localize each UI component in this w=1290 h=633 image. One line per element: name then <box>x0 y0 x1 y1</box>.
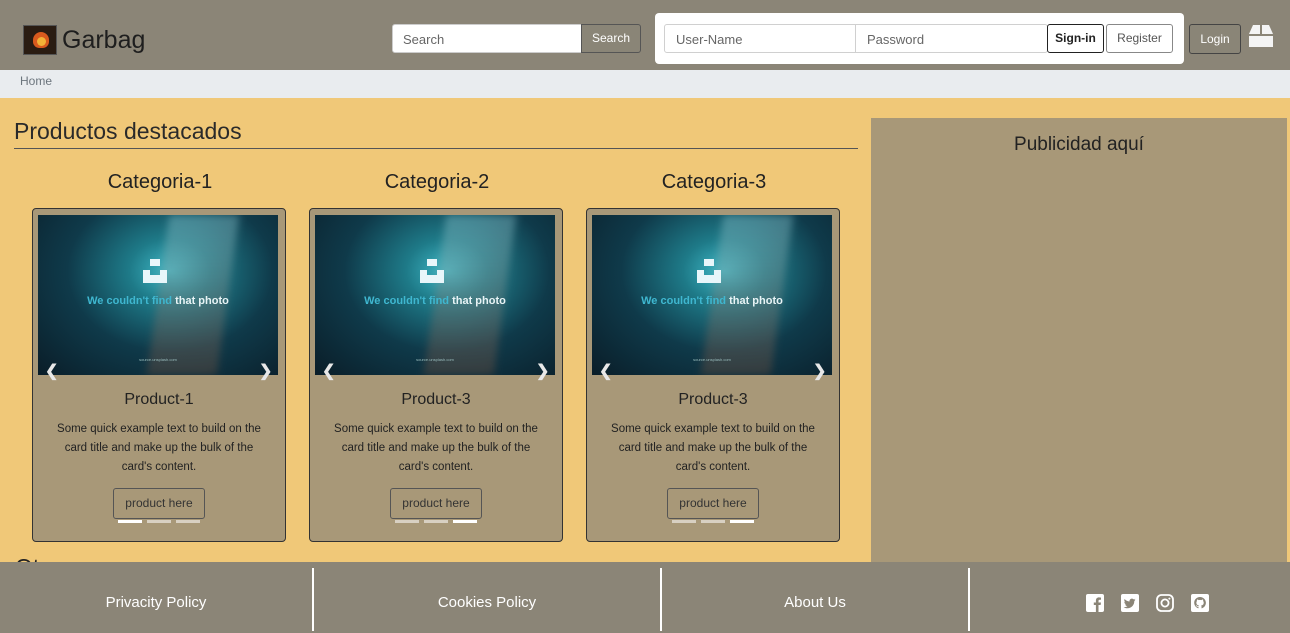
carousel-indicators <box>395 520 479 523</box>
card-title: Product-3 <box>678 391 748 408</box>
top-navbar: Garbag Search Search User-Name Password … <box>0 0 1290 70</box>
footer-divider <box>968 568 970 631</box>
carousel-indicator[interactable] <box>730 520 754 523</box>
username-field[interactable]: User-Name <box>664 24 856 53</box>
github-icon[interactable] <box>1191 594 1209 612</box>
card-text: Some quick example text to build on the … <box>57 423 261 473</box>
carousel-indicators <box>118 520 202 523</box>
advertisement-text: Publicidad aquí <box>1014 134 1144 155</box>
section-title: Productos destacados <box>14 118 242 144</box>
about-us-link[interactable]: About Us <box>662 594 968 611</box>
carousel-next-icon[interactable]: ❯ <box>536 361 549 381</box>
carousel-image: We couldn't find that photo source.unspl… <box>315 215 555 375</box>
carousel-indicator[interactable] <box>701 520 725 523</box>
product-button[interactable]: product here <box>390 488 482 519</box>
sign-in-button[interactable]: Sign-in <box>1047 24 1104 53</box>
instagram-icon[interactable] <box>1156 594 1174 612</box>
search-input[interactable]: Search <box>392 24 582 53</box>
product-card: We couldn't find that photo source.unspl… <box>586 208 840 542</box>
image-placeholder-text: We couldn't find that photo <box>87 295 229 307</box>
carousel-indicator[interactable] <box>424 520 448 523</box>
brand-logo-icon[interactable] <box>23 25 57 55</box>
section-divider <box>14 148 858 149</box>
product-card: We couldn't find that photo source.unspl… <box>309 208 563 542</box>
carousel-image: We couldn't find that photo source.unspl… <box>592 215 832 375</box>
carousel-indicator[interactable] <box>672 520 696 523</box>
category-title: Categoria-3 <box>661 171 767 193</box>
card-text: Some quick example text to build on the … <box>334 423 538 473</box>
image-source-url: source.unsplash.com <box>139 357 177 362</box>
carousel-next-icon[interactable]: ❯ <box>259 361 272 381</box>
register-button[interactable]: Register <box>1106 24 1173 53</box>
carousel-indicator[interactable] <box>147 520 171 523</box>
carousel-prev-icon[interactable]: ❮ <box>599 361 612 381</box>
carousel-indicator[interactable] <box>118 520 142 523</box>
brand-name[interactable]: Garbag <box>62 26 145 55</box>
product-button[interactable]: product here <box>113 488 205 519</box>
carousel-indicators <box>672 520 756 523</box>
card-title: Product-3 <box>401 391 471 408</box>
image-source-url: source.unsplash.com <box>693 357 731 362</box>
password-field[interactable]: Password <box>855 24 1048 53</box>
carousel-prev-icon[interactable]: ❮ <box>45 361 58 381</box>
carousel-indicator[interactable] <box>395 520 419 523</box>
login-form: User-Name Password Sign-in Register <box>655 13 1184 64</box>
carousel-prev-icon[interactable]: ❮ <box>322 361 335 381</box>
image-placeholder-text: We couldn't find that photo <box>364 295 506 307</box>
cookies-policy-link[interactable]: Cookies Policy <box>314 594 660 611</box>
breadcrumb-home[interactable]: Home <box>20 74 52 88</box>
product-button[interactable]: product here <box>667 488 759 519</box>
product-card: We couldn't find that photo source.unspl… <box>32 208 286 542</box>
image-placeholder-text: We couldn't find that photo <box>641 295 783 307</box>
carousel-indicator[interactable] <box>176 520 200 523</box>
privacy-policy-link[interactable]: Privacity Policy <box>0 594 312 611</box>
card-text: Some quick example text to build on the … <box>611 423 815 473</box>
card-title: Product-1 <box>124 391 194 408</box>
facebook-icon[interactable] <box>1086 594 1104 612</box>
carousel-next-icon[interactable]: ❯ <box>813 361 826 381</box>
footer: Privacity Policy Cookies Policy About Us <box>0 562 1290 633</box>
unsplash-icon <box>697 259 721 283</box>
category-title: Categoria-1 <box>107 171 213 193</box>
login-button[interactable]: Login <box>1189 24 1241 54</box>
search-button[interactable]: Search <box>581 24 641 53</box>
carousel-indicator[interactable] <box>453 520 477 523</box>
unsplash-icon <box>143 259 167 283</box>
box-icon[interactable] <box>1248 24 1274 48</box>
advertisement-panel: Publicidad aquí <box>871 118 1287 568</box>
image-source-url: source.unsplash.com <box>416 357 454 362</box>
carousel-image: We couldn't find that photo source.unspl… <box>38 215 278 375</box>
unsplash-icon <box>420 259 444 283</box>
category-title: Categoria-2 <box>384 171 490 193</box>
twitter-icon[interactable] <box>1121 594 1139 612</box>
breadcrumb: Home <box>0 70 1290 98</box>
